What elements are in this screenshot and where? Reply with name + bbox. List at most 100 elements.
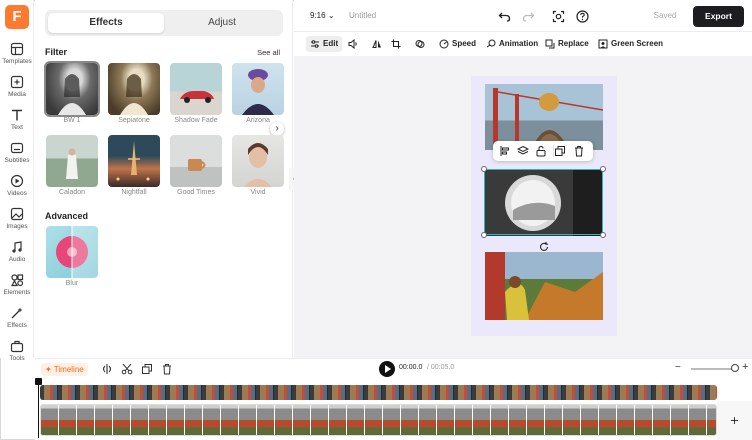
- scissors-icon[interactable]: [121, 363, 133, 375]
- layers-icon[interactable]: [516, 145, 530, 157]
- resize-handle[interactable]: [481, 232, 487, 238]
- images-icon: [10, 207, 24, 221]
- replace-tool-label: Replace: [558, 39, 589, 48]
- rotate-icon[interactable]: [538, 241, 550, 253]
- filter-thumb-bw1[interactable]: [44, 61, 100, 117]
- sidebar-item-subtitles[interactable]: Subtitles: [0, 141, 34, 171]
- replace-icon: [545, 39, 555, 49]
- sidebar-item-tools[interactable]: Tools: [0, 339, 34, 369]
- sidebar-item-label: Effects: [7, 322, 27, 329]
- effects-panel: Effects Adjust Filter See all BW 1 Sepia…: [35, 0, 293, 358]
- subtitles-icon: [10, 142, 24, 154]
- filter-thumb-sepiatone[interactable]: [108, 63, 160, 115]
- crop-tool-button[interactable]: [391, 36, 404, 52]
- filter-thumb-vivid[interactable]: [232, 135, 284, 187]
- effect-label: Blur: [65, 280, 79, 287]
- filter-preview-image: [244, 143, 272, 187]
- playhead[interactable]: [38, 378, 39, 438]
- unlock-icon[interactable]: [535, 145, 547, 157]
- filters-scroll-right-button[interactable]: ›: [270, 122, 284, 136]
- resize-handle[interactable]: [600, 166, 606, 172]
- filter-preview-image: [58, 74, 86, 115]
- video-track-main[interactable]: [40, 385, 717, 400]
- app-logo[interactable]: F: [5, 5, 29, 29]
- zoom-slider[interactable]: [691, 368, 735, 370]
- sidebar-item-label: Audio: [8, 256, 26, 263]
- tab-adjust[interactable]: Adjust: [164, 13, 280, 33]
- sidebar-item-images[interactable]: Images: [0, 207, 34, 237]
- filter-preview-image: [66, 148, 78, 179]
- add-track-button[interactable]: +: [717, 401, 752, 440]
- redo-icon[interactable]: [522, 10, 535, 23]
- screenshot-icon[interactable]: [552, 10, 565, 23]
- filter-thumb-good-times[interactable]: [170, 135, 222, 187]
- filter-thumb-arizona[interactable]: [232, 63, 284, 115]
- edit-tool-button[interactable]: Edit: [306, 36, 343, 52]
- tab-effects[interactable]: Effects: [48, 13, 164, 33]
- play-button[interactable]: [379, 361, 395, 377]
- sidebar-item-effects[interactable]: Effects: [0, 306, 34, 336]
- video-track-overlay[interactable]: [40, 404, 717, 436]
- animation-tool-label: Animation: [499, 39, 539, 48]
- speed-tool-button[interactable]: Speed: [439, 36, 476, 52]
- media-icon: [10, 75, 24, 89]
- green-screen-tool-button[interactable]: Green Screen: [598, 36, 663, 52]
- duplicate-icon[interactable]: [553, 145, 565, 157]
- zoom-slider-handle[interactable]: [731, 364, 739, 372]
- animation-tool-button[interactable]: Animation: [486, 36, 538, 52]
- sidebar-item-elements[interactable]: Elements: [0, 273, 34, 303]
- flip-tool-button[interactable]: [372, 36, 385, 52]
- split-icon[interactable]: [101, 363, 113, 375]
- zoom-in-button[interactable]: +: [742, 361, 748, 373]
- undo-icon[interactable]: [498, 10, 511, 23]
- align-icon[interactable]: [499, 145, 511, 157]
- duplicate-clip-icon[interactable]: [141, 363, 153, 375]
- current-time: 00:00.0: [399, 364, 423, 371]
- sidebar-item-audio[interactable]: Audio: [0, 240, 34, 270]
- export-button[interactable]: Export: [693, 6, 744, 27]
- replace-tool-button[interactable]: Replace: [545, 36, 589, 52]
- top-bar: 9:16 ⌄ Untitled Saved Export: [294, 0, 752, 32]
- trash-icon[interactable]: [573, 145, 585, 157]
- filter-label: Vivid: [250, 189, 266, 196]
- filter-preview-image: [242, 69, 274, 115]
- aspect-ratio-select[interactable]: 9:16 ⌄: [310, 11, 335, 20]
- green-screen-icon: [598, 39, 608, 49]
- timeline-toggle[interactable]: ✦ Timeline: [41, 363, 88, 376]
- sidebar-item-media[interactable]: Media: [0, 75, 34, 105]
- filter-label: Nightfall: [121, 189, 147, 196]
- clip-train-window[interactable]: [485, 252, 603, 320]
- mask-tool-button[interactable]: [415, 36, 428, 52]
- sidebar-item-label: Videos: [7, 190, 27, 197]
- resize-handle[interactable]: [481, 166, 487, 172]
- resize-handle[interactable]: [600, 232, 606, 238]
- effect-thumb-blur[interactable]: [46, 226, 98, 278]
- project-title[interactable]: Untitled: [349, 11, 376, 20]
- panel-tabs: Effects Adjust: [45, 10, 283, 36]
- sidebar-item-text[interactable]: Text: [0, 108, 34, 138]
- filter-thumb-caladon[interactable]: [46, 135, 98, 187]
- sidebar-item-templates[interactable]: Templates: [0, 42, 34, 72]
- preview-canvas: [294, 56, 752, 358]
- flip-icon: [372, 40, 381, 48]
- speed-tool-label: Speed: [452, 39, 477, 48]
- sparkle-icon: ✦: [45, 365, 54, 374]
- animation-icon: [486, 39, 496, 48]
- templates-icon: [10, 42, 24, 56]
- volume-tool-button[interactable]: [348, 36, 361, 52]
- videos-icon: [10, 174, 24, 188]
- zoom-out-button[interactable]: −: [675, 362, 681, 373]
- speed-icon: [439, 39, 449, 49]
- sidebar-item-videos[interactable]: Videos: [0, 174, 34, 204]
- effect-preview-image: [56, 226, 98, 278]
- delete-clip-icon[interactable]: [161, 363, 173, 375]
- total-time: / 00:05.0: [427, 364, 455, 371]
- sidebar-item-label: Elements: [3, 289, 31, 296]
- filter-thumb-shadow-fade[interactable]: [170, 63, 222, 115]
- help-icon[interactable]: [576, 10, 589, 23]
- filter-preview-image: [116, 141, 150, 181]
- audio-icon: [12, 241, 22, 253]
- see-all-link[interactable]: See all: [257, 48, 280, 57]
- selected-clip-outline: [481, 166, 606, 238]
- filter-thumb-nightfall[interactable]: [108, 135, 160, 187]
